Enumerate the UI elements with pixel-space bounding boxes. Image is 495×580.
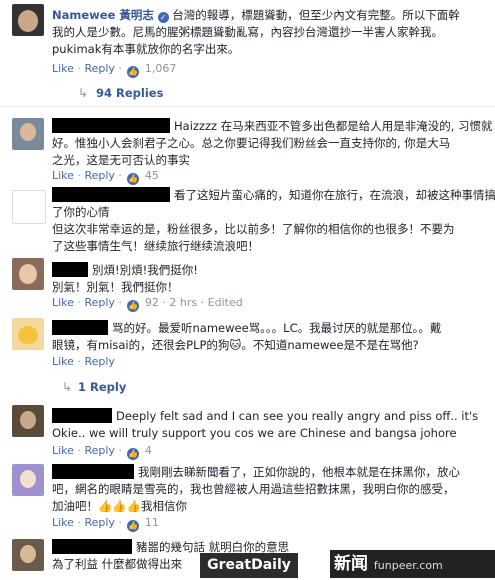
comment-line: 之光，这是无可否认的事实: [52, 153, 190, 167]
redacted-name: [52, 464, 134, 479]
reply-button[interactable]: Reply: [84, 62, 114, 75]
watermark-right-sub: funpeer.com: [373, 559, 443, 572]
comment-line: Okie.. we will truly support you cos we …: [52, 426, 457, 440]
watermark-left: GreatDaily: [200, 553, 298, 578]
edited-label[interactable]: Edited: [208, 296, 243, 309]
like-count[interactable]: 4: [145, 444, 152, 457]
comment-line: 看了这短片蛮心痛的，知道你在旅行，在流浪，却被这种事情搞砸: [174, 188, 495, 202]
view-replies-link[interactable]: 94 Replies: [96, 86, 163, 100]
like-icon: 👍: [127, 300, 140, 312]
commenter-avatar[interactable]: [12, 118, 44, 150]
like-button[interactable]: Like: [52, 355, 74, 368]
like-button[interactable]: Like: [52, 516, 74, 529]
post-line-2: 我的人是少數。尼馬的腥粥標題聳動亂寫，內容抄台灣還抄一半害人家幹我。: [52, 25, 443, 39]
post-line-3: pukimak有本事就放你的名字出來。: [52, 42, 240, 56]
watermark-right-text: 新闻: [334, 554, 368, 574]
comment-line: 為了利益 什麼都做得出來: [52, 557, 183, 571]
like-count[interactable]: 92: [145, 296, 159, 309]
redacted-name: [52, 539, 132, 554]
redacted-name: [52, 408, 112, 423]
like-count[interactable]: 11: [145, 516, 159, 529]
comment-line: 骂的好。最爱听namewee骂。。。LC。我最讨厌的就是那位。。戴: [112, 321, 442, 335]
reply-button[interactable]: Reply: [84, 169, 114, 182]
redacted-name: [52, 262, 88, 277]
like-icon: 👍: [127, 66, 140, 78]
commenter-avatar[interactable]: [12, 464, 44, 496]
comment-line: Deeply felt sad and I can see you really…: [116, 409, 479, 423]
like-icon: 👍: [127, 520, 140, 532]
verified-icon: ✓: [157, 12, 169, 23]
commenter-avatar[interactable]: [12, 258, 44, 290]
like-button[interactable]: Like: [52, 169, 74, 182]
comment-line: 了这些事情生气！继续旅行继续流浪吧！: [52, 239, 259, 253]
comment-line: Haizzzz 在马来西亚不管多出色都是给人用是非淹没的, 习惯就: [174, 119, 493, 133]
namewee-avatar[interactable]: [12, 4, 44, 36]
like-count[interactable]: 45: [145, 169, 159, 182]
commenter-avatar[interactable]: [12, 405, 44, 437]
like-button[interactable]: Like: [52, 62, 74, 75]
like-button[interactable]: Like: [52, 444, 74, 457]
redacted-name: [52, 118, 170, 133]
redacted-name: [52, 320, 108, 335]
post-line-1: 台灣的報導，標題聳動，但至少內文有完整。所以下面幹: [172, 8, 460, 22]
reply-button[interactable]: Reply: [84, 444, 114, 457]
comment-line: 吧，網名的眼睛是雪亮的，我也曾經被人用過這些招數抹黑，我明白你的感受，: [52, 482, 455, 496]
timestamp[interactable]: 2 hrs: [169, 296, 197, 309]
reply-button[interactable]: Reply: [84, 296, 114, 309]
comment-line: 了你的心情: [52, 205, 110, 219]
view-replies-link[interactable]: 1 Reply: [78, 380, 126, 394]
like-icon: 👍: [127, 448, 140, 460]
commenter-avatar[interactable]: [12, 539, 44, 571]
comment-line: 我剛剛去睇新聞看了，正如你說的，他根本就是在抹黑你，放心: [138, 465, 460, 479]
comment-line: 加油吧！👍👍👍我相信你: [52, 499, 187, 513]
reply-button[interactable]: Reply: [84, 355, 114, 368]
like-button[interactable]: Like: [52, 296, 74, 309]
comment-line: 眼镜，有misai的，还很会PLP的狗🐱。不知道namewee是不是在骂他?: [52, 338, 419, 352]
comment-line: 好。惟独小人会刹君子之心。总之你要记得我们粉丝会一直支持你的, 你是大马: [52, 136, 451, 150]
reply-arrow-icon: ↳: [78, 86, 89, 100]
reply-arrow-icon: ↳: [62, 380, 73, 394]
comment-line: 別氣！別氣！我們挺你！: [52, 280, 179, 294]
comment-line: 但这次非常幸运的是，粉丝很多，比以前多！了解你的相信你的也很多！不要为: [52, 222, 455, 236]
comment-line: 豬噐的幾句話 就明白你的意思: [136, 540, 290, 554]
commenter-avatar[interactable]: [12, 318, 44, 350]
redacted-name: [52, 187, 170, 202]
watermark-right: 新闻 funpeer.com: [330, 550, 495, 578]
like-count[interactable]: 1,067: [145, 62, 177, 75]
commenter-avatar[interactable]: [12, 190, 46, 224]
comment-line: 別煩!別煩!我們挺你!: [92, 263, 198, 277]
reply-button[interactable]: Reply: [84, 516, 114, 529]
like-icon: 👍: [127, 173, 140, 185]
author-name[interactable]: Namewee 黃明志: [52, 8, 154, 22]
